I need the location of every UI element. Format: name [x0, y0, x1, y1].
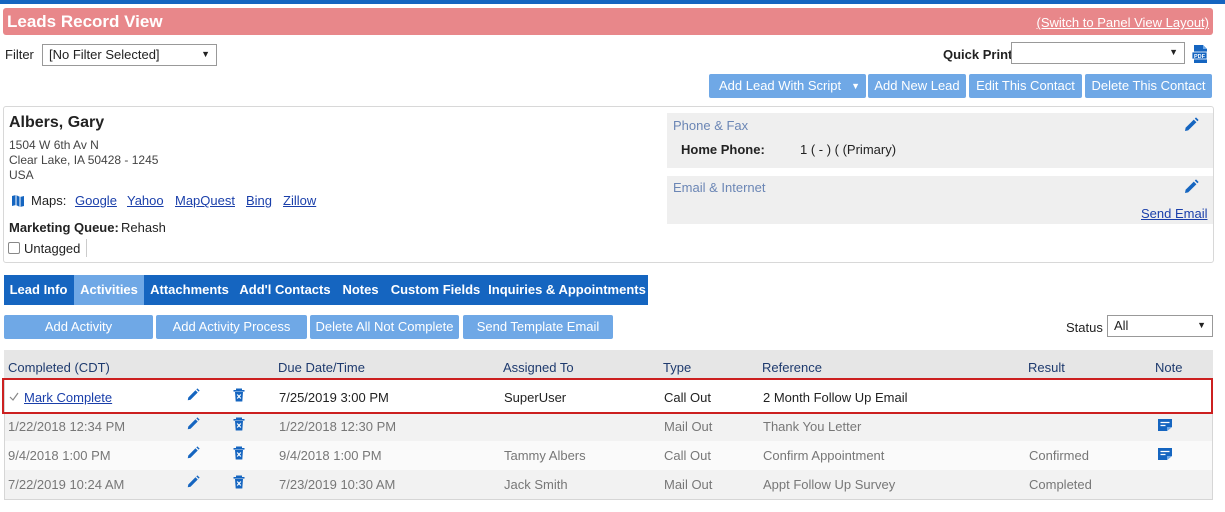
map-link-mapquest[interactable]: MapQuest [175, 193, 235, 208]
tab-lead-info[interactable]: Lead Info [4, 275, 73, 305]
delete-contact-button[interactable]: Delete This Contact [1085, 74, 1212, 98]
address-line-2: Clear Lake, IA 50428 - 1245 [9, 153, 159, 167]
edit-pencil-icon[interactable] [186, 417, 200, 431]
filter-label: Filter [5, 47, 34, 62]
dropdown-arrow-icon: ▼ [1197, 320, 1206, 330]
edit-contact-button[interactable]: Edit This Contact [969, 74, 1082, 98]
tab-inquiries-appointments[interactable]: Inquiries & Appointments [487, 275, 647, 305]
edit-pencil-icon[interactable] [186, 446, 200, 460]
map-icon [12, 195, 24, 207]
completed-cell: 7/22/2019 10:24 AM [8, 477, 125, 492]
tab-attachments[interactable]: Attachments [145, 275, 234, 305]
due-date-cell: 7/23/2019 10:30 AM [279, 477, 396, 492]
marketing-queue-label: Marketing Queue: [9, 220, 119, 235]
marketing-queue-value: Rehash [121, 220, 166, 235]
completed-cell: 1/22/2018 12:34 PM [8, 419, 126, 434]
assigned-to-cell: Jack Smith [504, 477, 568, 492]
svg-text:PDF: PDF [1194, 54, 1206, 60]
tab-notes[interactable]: Notes [337, 275, 384, 305]
phone-fax-panel [667, 113, 1213, 168]
type-cell: Mail Out [664, 419, 713, 434]
map-link-zillow[interactable]: Zillow [283, 193, 316, 208]
switch-layout-link[interactable]: (Switch to Panel View Layout) [1037, 15, 1209, 30]
reference-cell: Thank You Letter [763, 419, 862, 434]
dropdown-arrow-icon: ▼ [1169, 47, 1178, 57]
page-header: Leads Record View (Switch to Panel View … [3, 8, 1213, 35]
quick-print-label: Quick Print [943, 47, 1013, 62]
map-link-bing[interactable]: Bing [246, 193, 272, 208]
status-selected-value: All [1114, 318, 1129, 333]
column-header-assigned-to[interactable]: Assigned To [503, 360, 574, 375]
contact-name: Albers, Gary [9, 114, 105, 131]
assigned-to-cell: Tammy Albers [504, 448, 586, 463]
type-cell: Mail Out [664, 477, 713, 492]
add-activity-button[interactable]: Add Activity [4, 315, 153, 339]
column-header-due-date[interactable]: Due Date/Time [278, 360, 365, 375]
home-phone-label: Home Phone: [681, 142, 765, 157]
home-phone-value: 1 ( - ) ( (Primary) [800, 142, 897, 157]
table-row: 9/4/2018 1:00 PM 9/4/2018 1:00 PM Tammy … [5, 441, 1212, 470]
column-header-note[interactable]: Note [1155, 360, 1182, 375]
maps-label: Maps: [31, 193, 67, 208]
highlighted-row-outline [2, 378, 1213, 414]
status-label: Status [1066, 320, 1103, 335]
send-email-link[interactable]: Send Email [1141, 206, 1207, 221]
map-link-yahoo[interactable]: Yahoo [127, 193, 164, 208]
reference-cell: Appt Follow Up Survey [763, 477, 896, 492]
table-row: 7/22/2019 10:24 AM 7/23/2019 10:30 AM Ja… [5, 470, 1212, 499]
type-cell: Call Out [664, 448, 711, 463]
completed-cell: 9/4/2018 1:00 PM [8, 448, 111, 463]
column-header-result[interactable]: Result [1028, 360, 1065, 375]
delete-trash-icon[interactable] [232, 475, 246, 489]
untagged-checkbox[interactable] [8, 242, 20, 254]
column-header-completed[interactable]: Completed (CDT) [8, 360, 110, 375]
status-select[interactable]: All ▼ [1107, 315, 1213, 337]
address-line-3: USA [9, 168, 34, 182]
dropdown-arrow-icon: ▼ [201, 49, 210, 59]
edit-pencil-icon[interactable] [186, 475, 200, 489]
delete-all-not-complete-button[interactable]: Delete All Not Complete [310, 315, 459, 339]
page-title: Leads Record View [7, 12, 163, 31]
add-new-lead-button[interactable]: Add New Lead [868, 74, 966, 98]
table-row: 1/22/2018 12:34 PM 1/22/2018 12:30 PM Ma… [5, 412, 1212, 441]
caret-down-icon[interactable]: ▼ [851, 74, 860, 98]
edit-email-pencil-icon[interactable] [1183, 179, 1199, 195]
due-date-cell: 1/22/2018 12:30 PM [279, 419, 397, 434]
tag-divider [86, 239, 87, 257]
add-lead-with-script-button[interactable]: Add Lead With Script ▼ [709, 74, 866, 98]
filter-select[interactable]: [No Filter Selected] ▼ [42, 44, 217, 66]
add-activity-process-button[interactable]: Add Activity Process [156, 315, 307, 339]
edit-phone-pencil-icon[interactable] [1183, 117, 1199, 133]
note-icon[interactable] [1157, 447, 1173, 461]
map-link-google[interactable]: Google [75, 193, 117, 208]
reference-cell: Confirm Appointment [763, 448, 885, 463]
add-lead-with-script-label: Add Lead With Script [719, 78, 842, 93]
delete-trash-icon[interactable] [232, 446, 246, 460]
untagged-label: Untagged [24, 241, 81, 256]
result-cell: Completed [1029, 477, 1092, 492]
phone-fax-title: Phone & Fax [673, 118, 749, 133]
due-date-cell: 9/4/2018 1:00 PM [279, 448, 382, 463]
tab-addl-contacts[interactable]: Add'l Contacts [236, 275, 334, 305]
quick-print-select[interactable]: ▼ [1011, 42, 1185, 64]
address-line-1: 1504 W 6th Av N [9, 138, 99, 152]
send-template-email-button[interactable]: Send Template Email [463, 315, 613, 339]
tab-custom-fields[interactable]: Custom Fields [387, 275, 484, 305]
result-cell: Confirmed [1029, 448, 1089, 463]
pdf-icon[interactable]: PDF [1190, 44, 1210, 64]
top-accent-strip [0, 0, 1225, 4]
email-internet-title: Email & Internet [673, 180, 766, 195]
tab-activities[interactable]: Activities [74, 275, 144, 305]
delete-trash-icon[interactable] [232, 417, 246, 431]
filter-selected-value: [No Filter Selected] [49, 47, 160, 62]
column-header-reference[interactable]: Reference [762, 360, 822, 375]
column-header-type[interactable]: Type [663, 360, 691, 375]
note-icon[interactable] [1157, 418, 1173, 432]
